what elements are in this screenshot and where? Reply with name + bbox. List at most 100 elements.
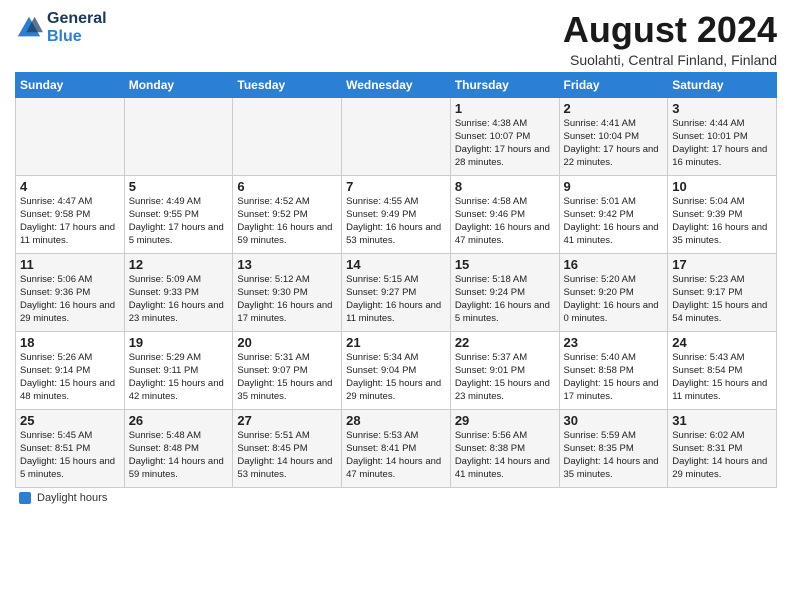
day-number: 8 (455, 179, 555, 194)
day-cell: 31Sunrise: 6:02 AMSunset: 8:31 PMDayligh… (668, 409, 777, 487)
day-detail: Sunrise: 5:29 AMSunset: 9:11 PMDaylight:… (129, 351, 229, 404)
day-number: 22 (455, 335, 555, 350)
day-detail: Sunrise: 4:49 AMSunset: 9:55 PMDaylight:… (129, 195, 229, 248)
logo-text: General Blue (47, 10, 107, 45)
logo: General Blue (15, 10, 107, 45)
footer-dot-icon (19, 492, 31, 504)
day-cell: 10Sunrise: 5:04 AMSunset: 9:39 PMDayligh… (668, 175, 777, 253)
day-detail: Sunrise: 5:43 AMSunset: 8:54 PMDaylight:… (672, 351, 772, 404)
day-number: 5 (129, 179, 229, 194)
day-cell: 1Sunrise: 4:38 AMSunset: 10:07 PMDayligh… (450, 97, 559, 175)
day-detail: Sunrise: 5:59 AMSunset: 8:35 PMDaylight:… (564, 429, 664, 482)
day-cell: 14Sunrise: 5:15 AMSunset: 9:27 PMDayligh… (342, 253, 451, 331)
day-cell: 21Sunrise: 5:34 AMSunset: 9:04 PMDayligh… (342, 331, 451, 409)
day-cell: 17Sunrise: 5:23 AMSunset: 9:17 PMDayligh… (668, 253, 777, 331)
day-cell: 4Sunrise: 4:47 AMSunset: 9:58 PMDaylight… (16, 175, 125, 253)
day-number: 20 (237, 335, 337, 350)
day-cell: 28Sunrise: 5:53 AMSunset: 8:41 PMDayligh… (342, 409, 451, 487)
day-number: 4 (20, 179, 120, 194)
day-detail: Sunrise: 5:12 AMSunset: 9:30 PMDaylight:… (237, 273, 337, 326)
day-detail: Sunrise: 5:56 AMSunset: 8:38 PMDaylight:… (455, 429, 555, 482)
day-detail: Sunrise: 5:09 AMSunset: 9:33 PMDaylight:… (129, 273, 229, 326)
day-detail: Sunrise: 5:26 AMSunset: 9:14 PMDaylight:… (20, 351, 120, 404)
day-cell: 2Sunrise: 4:41 AMSunset: 10:04 PMDayligh… (559, 97, 668, 175)
day-number: 14 (346, 257, 446, 272)
day-cell: 9Sunrise: 5:01 AMSunset: 9:42 PMDaylight… (559, 175, 668, 253)
day-detail: Sunrise: 6:02 AMSunset: 8:31 PMDaylight:… (672, 429, 772, 482)
day-detail: Sunrise: 4:41 AMSunset: 10:04 PMDaylight… (564, 117, 664, 170)
day-detail: Sunrise: 5:53 AMSunset: 8:41 PMDaylight:… (346, 429, 446, 482)
day-cell: 22Sunrise: 5:37 AMSunset: 9:01 PMDayligh… (450, 331, 559, 409)
day-number: 9 (564, 179, 664, 194)
logo-icon (15, 14, 43, 42)
day-number: 19 (129, 335, 229, 350)
day-cell: 12Sunrise: 5:09 AMSunset: 9:33 PMDayligh… (124, 253, 233, 331)
day-cell (124, 97, 233, 175)
col-header-monday: Monday (124, 72, 233, 97)
day-cell (342, 97, 451, 175)
day-number: 13 (237, 257, 337, 272)
day-detail: Sunrise: 4:44 AMSunset: 10:01 PMDaylight… (672, 117, 772, 170)
day-cell: 30Sunrise: 5:59 AMSunset: 8:35 PMDayligh… (559, 409, 668, 487)
day-number: 31 (672, 413, 772, 428)
col-header-wednesday: Wednesday (342, 72, 451, 97)
day-number: 26 (129, 413, 229, 428)
day-detail: Sunrise: 5:15 AMSunset: 9:27 PMDaylight:… (346, 273, 446, 326)
day-number: 30 (564, 413, 664, 428)
day-number: 12 (129, 257, 229, 272)
day-cell: 7Sunrise: 4:55 AMSunset: 9:49 PMDaylight… (342, 175, 451, 253)
day-detail: Sunrise: 5:23 AMSunset: 9:17 PMDaylight:… (672, 273, 772, 326)
day-cell (16, 97, 125, 175)
day-detail: Sunrise: 5:31 AMSunset: 9:07 PMDaylight:… (237, 351, 337, 404)
day-detail: Sunrise: 5:51 AMSunset: 8:45 PMDaylight:… (237, 429, 337, 482)
day-number: 3 (672, 101, 772, 116)
day-number: 24 (672, 335, 772, 350)
day-detail: Sunrise: 5:06 AMSunset: 9:36 PMDaylight:… (20, 273, 120, 326)
page-container: General Blue August 2024 Suolahti, Centr… (0, 0, 792, 509)
day-detail: Sunrise: 5:40 AMSunset: 8:58 PMDaylight:… (564, 351, 664, 404)
day-number: 2 (564, 101, 664, 116)
day-number: 15 (455, 257, 555, 272)
day-number: 17 (672, 257, 772, 272)
main-title: August 2024 (563, 10, 777, 50)
day-number: 10 (672, 179, 772, 194)
day-number: 23 (564, 335, 664, 350)
week-row-3: 11Sunrise: 5:06 AMSunset: 9:36 PMDayligh… (16, 253, 777, 331)
subtitle: Suolahti, Central Finland, Finland (563, 52, 777, 68)
day-number: 7 (346, 179, 446, 194)
day-cell: 15Sunrise: 5:18 AMSunset: 9:24 PMDayligh… (450, 253, 559, 331)
day-cell: 20Sunrise: 5:31 AMSunset: 9:07 PMDayligh… (233, 331, 342, 409)
col-header-saturday: Saturday (668, 72, 777, 97)
calendar-table: SundayMondayTuesdayWednesdayThursdayFrid… (15, 72, 777, 488)
col-header-friday: Friday (559, 72, 668, 97)
day-detail: Sunrise: 5:04 AMSunset: 9:39 PMDaylight:… (672, 195, 772, 248)
day-detail: Sunrise: 4:58 AMSunset: 9:46 PMDaylight:… (455, 195, 555, 248)
day-cell: 25Sunrise: 5:45 AMSunset: 8:51 PMDayligh… (16, 409, 125, 487)
day-detail: Sunrise: 5:37 AMSunset: 9:01 PMDaylight:… (455, 351, 555, 404)
day-detail: Sunrise: 5:48 AMSunset: 8:48 PMDaylight:… (129, 429, 229, 482)
footer: Daylight hours (15, 492, 777, 504)
col-header-thursday: Thursday (450, 72, 559, 97)
footer-label: Daylight hours (37, 492, 107, 504)
day-cell: 13Sunrise: 5:12 AMSunset: 9:30 PMDayligh… (233, 253, 342, 331)
day-number: 28 (346, 413, 446, 428)
day-detail: Sunrise: 4:52 AMSunset: 9:52 PMDaylight:… (237, 195, 337, 248)
day-cell (233, 97, 342, 175)
day-detail: Sunrise: 4:47 AMSunset: 9:58 PMDaylight:… (20, 195, 120, 248)
day-detail: Sunrise: 5:01 AMSunset: 9:42 PMDaylight:… (564, 195, 664, 248)
header-row: SundayMondayTuesdayWednesdayThursdayFrid… (16, 72, 777, 97)
day-cell: 27Sunrise: 5:51 AMSunset: 8:45 PMDayligh… (233, 409, 342, 487)
day-cell: 11Sunrise: 5:06 AMSunset: 9:36 PMDayligh… (16, 253, 125, 331)
week-row-1: 1Sunrise: 4:38 AMSunset: 10:07 PMDayligh… (16, 97, 777, 175)
week-row-2: 4Sunrise: 4:47 AMSunset: 9:58 PMDaylight… (16, 175, 777, 253)
day-cell: 5Sunrise: 4:49 AMSunset: 9:55 PMDaylight… (124, 175, 233, 253)
title-block: August 2024 Suolahti, Central Finland, F… (563, 10, 777, 68)
day-cell: 23Sunrise: 5:40 AMSunset: 8:58 PMDayligh… (559, 331, 668, 409)
day-number: 21 (346, 335, 446, 350)
day-number: 18 (20, 335, 120, 350)
day-detail: Sunrise: 5:34 AMSunset: 9:04 PMDaylight:… (346, 351, 446, 404)
day-cell: 26Sunrise: 5:48 AMSunset: 8:48 PMDayligh… (124, 409, 233, 487)
col-header-tuesday: Tuesday (233, 72, 342, 97)
day-number: 25 (20, 413, 120, 428)
day-detail: Sunrise: 4:55 AMSunset: 9:49 PMDaylight:… (346, 195, 446, 248)
